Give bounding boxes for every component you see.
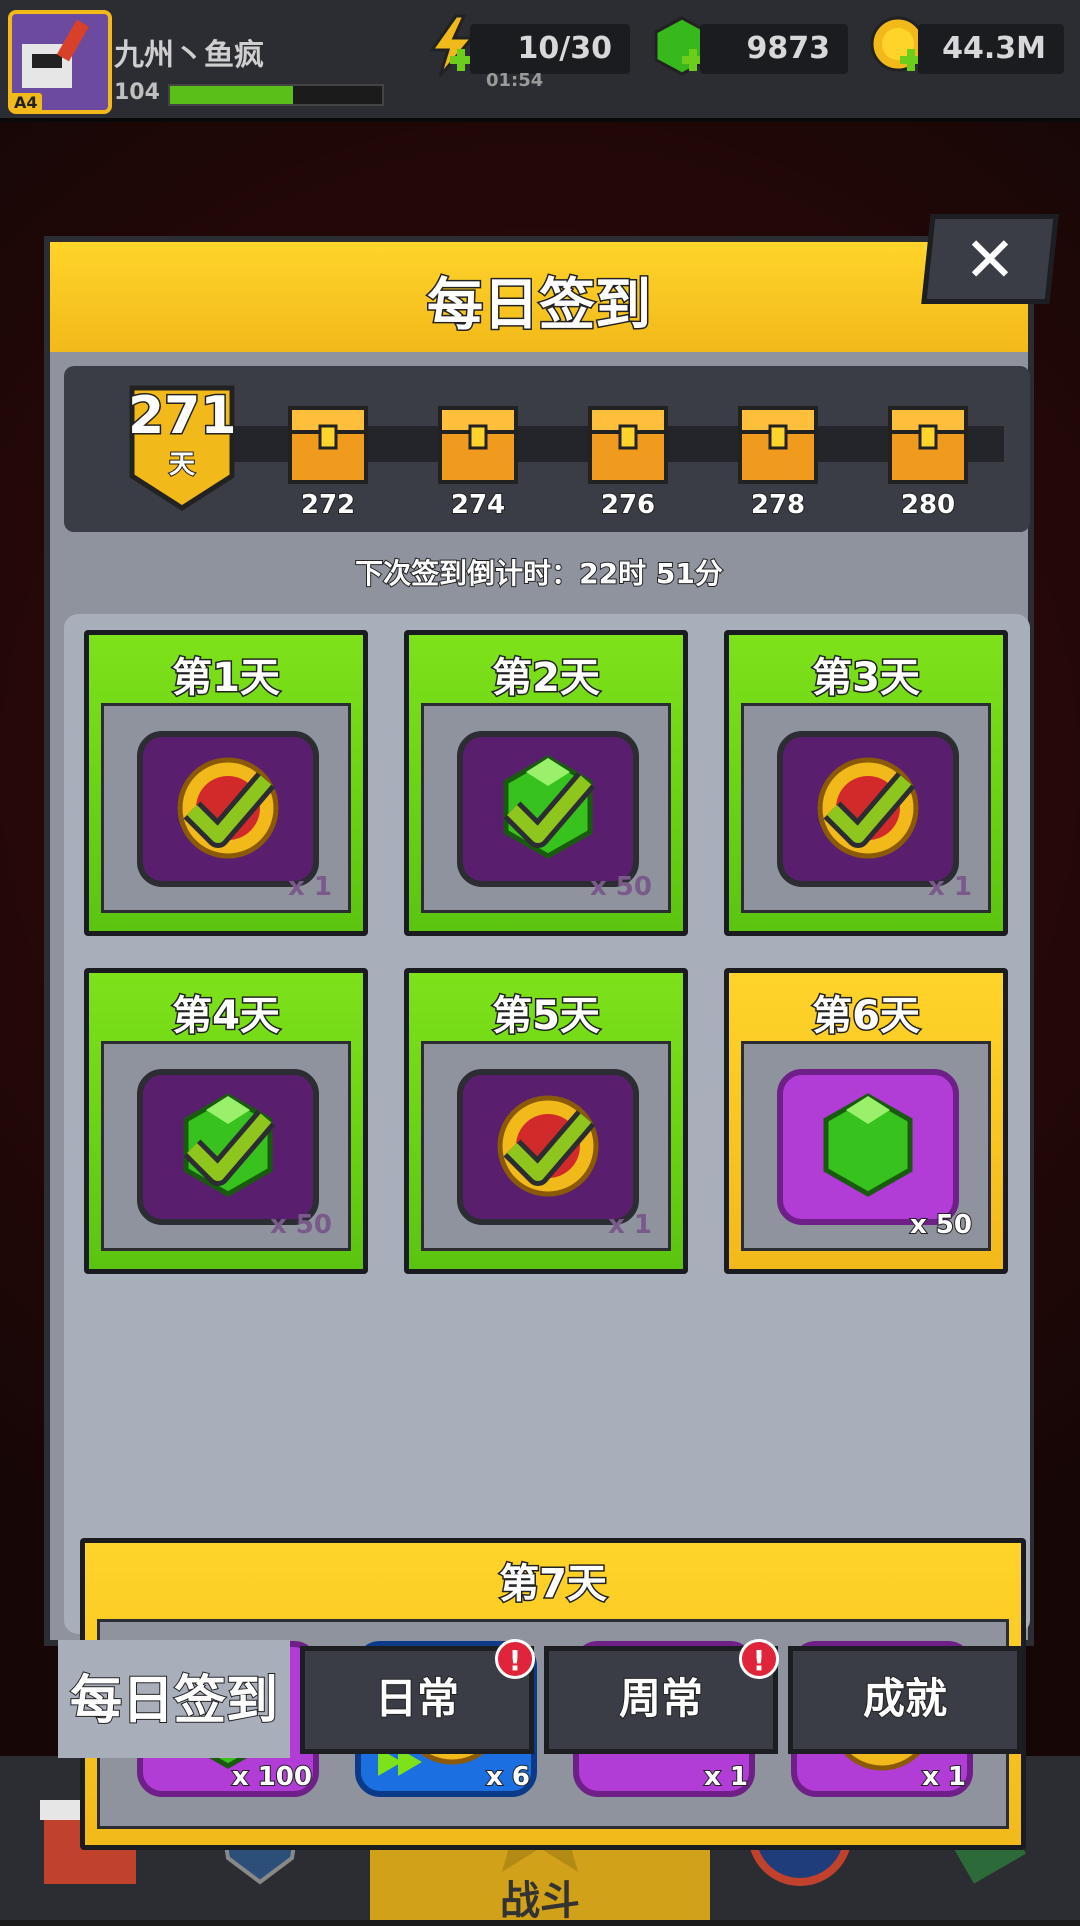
reward-grid: 第1天 x 1 第2天 x 50 第3天 x 1 第4天 x 50 第5天 x 1 第6天 x 50 … (64, 614, 1030, 1850)
day-1-card[interactable]: 第1天 x 1 (84, 630, 368, 936)
reward-quantity: x 1 (288, 872, 332, 902)
gem-icon (770, 1066, 962, 1228)
day-7-label: 第7天 (498, 1560, 609, 1609)
reward-quantity: x 1 (703, 1761, 749, 1793)
day-label: 第2天 (491, 654, 602, 703)
day-label: 第6天 (811, 992, 922, 1041)
daily-checkin-dialog: 每日签到 271 天 272 274 276 278 280 下次签到倒计时：22时 5… (44, 236, 1034, 1850)
energy-value: 10/30 (470, 24, 630, 74)
reward-quantity: x 6 (485, 1761, 531, 1793)
day-label: 第4天 (171, 992, 282, 1041)
player-exp-bar (168, 84, 384, 106)
reward-quantity: x 1 (608, 1210, 652, 1240)
reward-quantity: x 1 (928, 872, 972, 902)
gem-icon (130, 1066, 322, 1228)
reward-slot: x 1 (101, 703, 351, 913)
reward-slot: x 50 (421, 703, 671, 913)
dialog-tabs: 每日签到 日常 ! 周常 ! 成就 (0, 1639, 1080, 1758)
day-3-card[interactable]: 第3天 x 1 (724, 630, 1008, 936)
reward-quantity: x 1 (921, 1761, 967, 1793)
player-exp-value: 104 (114, 80, 160, 105)
alert-badge-icon: ! (495, 1639, 535, 1679)
milestone-label: 280 (900, 489, 956, 521)
tab-weekly[interactable]: 周常 ! (544, 1639, 779, 1754)
player-exp-fill (170, 86, 293, 104)
coin-icon (130, 728, 322, 890)
current-day-unit: 天 (168, 449, 196, 481)
tab-label: 周常 (618, 1673, 704, 1724)
alert-badge-icon: ! (739, 1639, 779, 1679)
player-avatar[interactable]: A4 (8, 10, 112, 114)
reward-quantity: x 50 (269, 1210, 332, 1240)
day-label: 第5天 (491, 992, 602, 1041)
tab-daily[interactable]: 日常 ! (300, 1639, 535, 1754)
coin-icon (450, 1066, 642, 1228)
current-day-number: 271 (127, 385, 239, 448)
close-icon: ✕ (963, 223, 1016, 296)
checkin-progress-panel: 271 天 272 274 276 278 280 (64, 366, 1030, 532)
energy-timer: 01:54 (486, 70, 544, 91)
milestone-label: 274 (450, 489, 506, 521)
current-day-badge: 271 天 (127, 384, 239, 512)
checkin-countdown: 下次签到倒计时：22时 51分 (354, 556, 724, 591)
day-6-card[interactable]: 第6天 x 50 (724, 968, 1008, 1274)
reward-slot: x 50 (101, 1041, 351, 1251)
day-2-card[interactable]: 第2天 x 50 (404, 630, 688, 936)
tab-label: 日常 (374, 1673, 460, 1724)
reward-slot: x 50 (741, 1041, 991, 1251)
tab-label: 每日签到 (69, 1670, 279, 1732)
reward-slot: x 1 (741, 703, 991, 913)
milestone-chest-icon[interactable] (436, 402, 520, 486)
close-button[interactable]: ✕ (921, 214, 1059, 304)
day-label: 第1天 (171, 654, 282, 703)
milestone-chest-icon[interactable] (736, 402, 820, 486)
avatar-icon (22, 19, 89, 88)
tab-daily-checkin[interactable]: 每日签到 (58, 1640, 290, 1758)
reward-quantity: x 50 (589, 872, 652, 902)
coins-value: 44.3M (918, 24, 1064, 74)
day-4-card[interactable]: 第4天 x 50 (84, 968, 368, 1274)
milestone-chest-icon[interactable] (886, 402, 970, 486)
player-name: 九州丶鱼疯 (114, 38, 264, 73)
milestone-label: 272 (300, 489, 356, 521)
milestone-label: 278 (750, 489, 806, 521)
coin-icon (770, 728, 962, 890)
gem-icon (450, 728, 642, 890)
milestone-label: 276 (600, 489, 656, 521)
tab-achievements[interactable]: 成就 (788, 1646, 1022, 1754)
nav-battle-label: 战斗 (500, 1878, 580, 1924)
top-bar: A4 九州丶鱼疯 104 10/30 01:54 9873 44.3M (0, 0, 1080, 122)
dialog-title: 每日签到 (426, 272, 653, 340)
day-label: 第3天 (811, 654, 922, 703)
dialog-header: 每日签到 (50, 242, 1028, 352)
reward-quantity: x 50 (909, 1209, 973, 1241)
reward-quantity: x 100 (231, 1761, 313, 1793)
player-level-badge: A4 (10, 93, 42, 112)
day-5-card[interactable]: 第5天 x 1 (404, 968, 688, 1274)
gems-value: 9873 (700, 24, 848, 74)
milestone-chest-icon[interactable] (286, 402, 370, 486)
milestone-chest-icon[interactable] (586, 402, 670, 486)
reward-slot: x 1 (421, 1041, 671, 1251)
tab-label: 成就 (862, 1673, 948, 1724)
